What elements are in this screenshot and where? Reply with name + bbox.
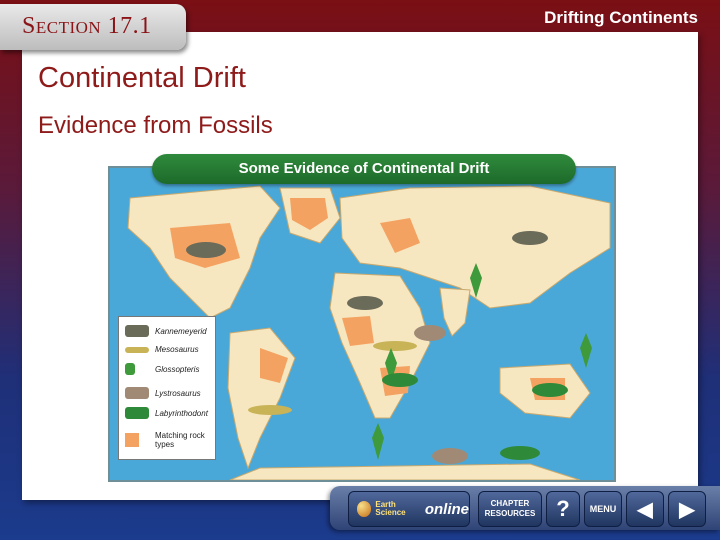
- kannemeyerid-icon: [125, 325, 149, 337]
- section-tab: Section 17.1: [0, 4, 186, 50]
- legend-label: Matching rock types: [155, 431, 205, 449]
- kannemeyerid-marker-africa: [347, 296, 383, 310]
- labyrinthodont-marker-antarctica: [500, 446, 540, 460]
- earth-science-online-button[interactable]: Earth Science online: [348, 491, 470, 527]
- legend-item-labyrinthodont: Labyrinthodont: [125, 407, 208, 419]
- legend-label: Glossopteris: [155, 364, 200, 374]
- section-label: Section 17.1: [22, 13, 152, 39]
- figure-banner: Some Evidence of Continental Drift: [152, 154, 576, 184]
- lystrosaurus-icon: [125, 387, 149, 399]
- kannemeyerid-marker-north-america: [186, 242, 226, 258]
- navigation-bar: Earth Science online CHAPTER RESOURCES ?…: [330, 486, 720, 530]
- arrow-right-icon: ▶: [679, 498, 695, 521]
- legend-item-glossopteris: Glossopteris: [125, 363, 199, 375]
- globe-icon: [357, 501, 372, 517]
- legend-item-mesosaurus: Mesosaurus: [125, 345, 199, 354]
- legend-label: Lystrosaurus: [155, 388, 201, 398]
- earth-science-label: Earth Science: [375, 500, 406, 517]
- legend-label: Mesosaurus: [155, 345, 199, 354]
- labyrinthodont-marker-africa: [382, 373, 418, 387]
- menu-button[interactable]: MENU: [584, 491, 622, 527]
- page-subtitle: Evidence from Fossils: [38, 112, 273, 139]
- india-landmass: [439, 287, 471, 337]
- next-slide-button[interactable]: ▶: [668, 491, 706, 527]
- mesosaurus-marker-south-america: [248, 405, 292, 415]
- previous-slide-button[interactable]: ◀: [626, 491, 664, 527]
- labyrinthodont-marker-australia: [532, 383, 568, 397]
- antarctica-landmass: [229, 463, 581, 480]
- glossopteris-icon: [125, 363, 135, 375]
- topic-title: Drifting Continents: [544, 8, 698, 27]
- arrow-left-icon: ◀: [637, 498, 653, 521]
- content-panel: Continental Drift Evidence from Fossils: [22, 32, 698, 500]
- legend-item-matching-rock: Matching rock types: [125, 431, 211, 449]
- glossopteris-marker-antarctica: [372, 423, 384, 460]
- help-button[interactable]: ?: [546, 491, 580, 527]
- fossil-legend: Kannemeyerid Mesosaurus Glossopteris Lys…: [118, 316, 216, 460]
- online-label: online: [424, 500, 469, 518]
- legend-item-kannemeyerid: Kannemeyerid: [125, 325, 207, 337]
- world-map-figure: Kannemeyerid Mesosaurus Glossopteris Lys…: [108, 166, 616, 482]
- lystrosaurus-marker-africa: [414, 325, 446, 341]
- legend-label: Kannemeyerid: [155, 326, 207, 336]
- labyrinthodont-icon: [125, 407, 149, 419]
- chapter-resources-button[interactable]: CHAPTER RESOURCES: [478, 491, 542, 527]
- legend-item-lystrosaurus: Lystrosaurus: [125, 387, 201, 399]
- glossopteris-marker-australia: [580, 333, 592, 368]
- mesosaurus-icon: [125, 346, 149, 353]
- lystrosaurus-marker-antarctica: [432, 448, 468, 464]
- kannemeyerid-marker-asia: [512, 231, 548, 245]
- legend-label: Labyrinthodont: [155, 408, 208, 418]
- matching-rock-swatch: [125, 433, 139, 447]
- mesosaurus-marker-africa: [373, 341, 417, 351]
- page-title: Continental Drift: [38, 62, 246, 94]
